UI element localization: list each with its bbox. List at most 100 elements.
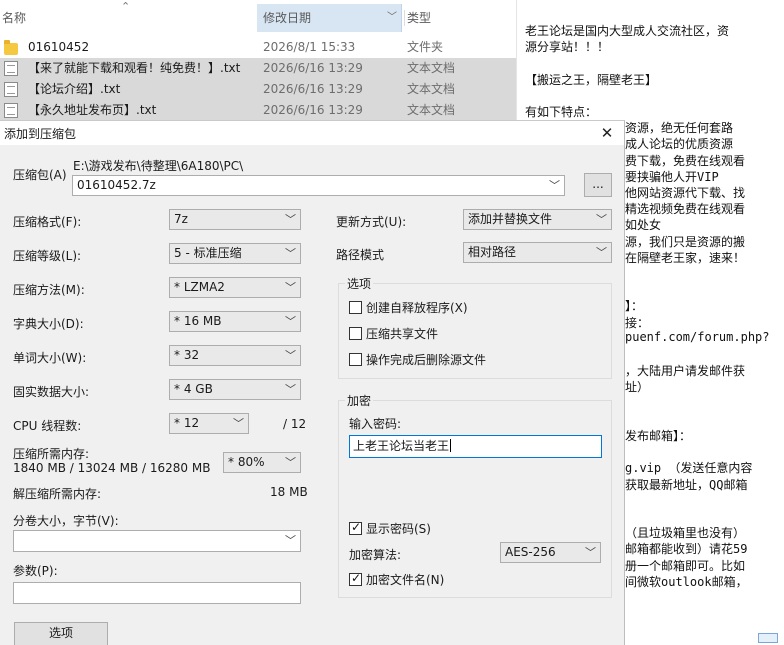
format-label: 压缩格式(F): [13,215,82,229]
file-type: 文本文档 [407,82,456,96]
options-button[interactable]: 选项 [14,622,108,645]
sfx-checkbox[interactable] [349,301,362,314]
delete-after-checkbox[interactable] [349,353,362,366]
chevron-down-icon: ﹀ [285,383,296,396]
file-date: 2026/6/16 13:29 [263,61,363,75]
text-line: 如处女 [625,218,662,233]
show-password-checkbox[interactable] [349,520,362,535]
show-password-label[interactable]: 显示密码(S) [366,520,431,537]
file-row[interactable]: 【论坛介绍】.txt 2026/6/16 13:29 文本文档 [0,79,516,100]
folder-icon [4,40,18,55]
word-label: 单词大小(W): [13,351,87,365]
close-button[interactable]: ✕ [594,122,620,144]
encrypt-names-label[interactable]: 加密文件名(N) [366,571,444,588]
browse-button[interactable]: ... [584,173,612,197]
text-line: 有如下特点： [525,105,598,119]
update-mode-label: 更新方式(U): [336,215,407,229]
format-select[interactable]: 7z ﹀ [169,209,301,230]
file-name: 【来了就能下载和观看！纯免费！】.txt [28,61,241,75]
file-row[interactable]: 01610452 2026/8/1 15:33 文件夹 [0,37,516,58]
mem-decompress-label: 解压缩所需内存: [13,487,102,501]
encryption-group: 加密 输入密码: 上老王论坛当老王 显示密码(S) 加密算法: AES-256 ﹀… [338,392,612,598]
threads-select[interactable]: * 12 ﹀ [169,413,249,434]
archive-name-combo[interactable]: 01610452.7z ﹀ [72,175,565,196]
text-line: 发布邮箱】： [625,429,692,443]
delete-after-label[interactable]: 操作完成后删除源文件 [366,351,486,368]
text-line: 【搬运之王，隔壁老王】 [525,72,658,87]
file-explorer: ⌃ 名称 修改日期 ﹀ 类型 01610452 2026/8/1 15:33 文件夹… [0,0,516,122]
split-label: 分卷大小，字节(V): [13,514,119,528]
update-mode-value: 添加并替换文件 [468,212,553,226]
column-header-name[interactable]: 名称 [2,4,252,32]
sfx-label[interactable]: 创建自释放程序(X) [366,299,468,316]
chevron-down-icon: ﹀ [285,213,296,226]
update-mode-select[interactable]: 添加并替换文件 ﹀ [463,209,612,230]
file-row[interactable]: 【永久地址发布页】.txt 2026/6/16 13:29 文本文档 [0,100,516,121]
encrypt-names-checkbox[interactable] [349,571,362,586]
method-value: * LZMA2 [174,280,225,294]
file-row[interactable]: 【来了就能下载和观看！纯免费！】.txt 2026/6/16 13:29 文本文档 [0,58,516,79]
text-file-icon [4,61,18,76]
text-line: 成人论坛的优质资源 [625,137,734,152]
path-mode-label: 路径模式 [336,248,385,262]
chevron-down-icon: ﹀ [233,417,244,430]
word-select[interactable]: * 32 ﹀ [169,345,301,366]
text-line: 间微软outlook邮箱， [625,574,748,589]
mem-usage-value: * 80% [228,455,265,469]
params-input[interactable] [13,582,301,604]
dict-label: 字典大小(D): [13,317,84,331]
text-line: 老王论坛是国内大型成人交流社区，资 [525,24,730,38]
path-mode-select[interactable]: 相对路径 ﹀ [463,242,612,263]
file-name: 【论坛介绍】.txt [28,82,121,96]
solid-select[interactable]: * 4 GB ﹀ [169,379,301,400]
text-line: 资源，绝无任何套路 [625,121,734,136]
solid-label: 固实数据大小: [13,385,90,399]
text-line: 源分享站！！！ [525,40,610,55]
view-toggle-icon[interactable] [758,633,778,643]
word-value: * 32 [174,348,200,362]
chevron-down-icon[interactable]: ﹀ [285,531,296,550]
text-line: 址） [625,380,650,395]
threads-value: * 12 [174,416,200,430]
title-bar[interactable]: 添加到压缩包 ✕ [0,121,624,145]
chevron-down-icon[interactable]: ﹀ [387,4,397,32]
file-type: 文件夹 [407,40,444,54]
text-line: 接： [625,315,650,330]
file-type: 文本文档 [407,61,456,75]
text-line: 在隔壁老王家，速来！ [625,250,746,265]
split-size-combo[interactable]: ﹀ [13,530,301,552]
mem-usage-select[interactable]: * 80% ﹀ [223,452,301,473]
password-label: 输入密码: [349,417,402,431]
file-type: 文本文档 [407,103,456,117]
column-header-date[interactable]: 修改日期 ﹀ [257,4,402,32]
level-select[interactable]: 5 - 标准压缩 ﹀ [169,243,301,264]
text-caret [450,439,452,452]
path-mode-value: 相对路径 [468,245,517,259]
mem-compress-detail: 1840 MB / 13024 MB / 16280 MB [13,461,211,475]
options-group-title: 选项 [345,275,374,292]
format-value: 7z [174,212,188,226]
chevron-down-icon: ﹀ [285,349,296,362]
text-line: 精选视频免费在线观看 [625,202,746,217]
shared-files-label[interactable]: 压缩共享文件 [366,325,438,342]
file-date: 2026/6/16 13:29 [263,82,363,96]
password-value: 上老王论坛当老王 [353,439,450,453]
encryption-method-value: AES-256 [505,545,556,559]
text-file-icon [4,103,18,118]
level-value: 5 - 标准压缩 [174,246,242,260]
text-line: puenf.com/forum.php? [625,329,770,344]
shared-files-checkbox[interactable] [349,327,362,340]
file-date: 2026/6/16 13:29 [263,103,363,117]
file-name: 01610452 [28,40,90,54]
chevron-down-icon: ﹀ [585,546,596,559]
file-date: 2026/8/1 15:33 [263,40,356,54]
password-input[interactable]: 上老王论坛当老王 [349,435,602,458]
column-header-type[interactable]: 类型 [404,4,514,32]
level-label: 压缩等级(L): [13,249,82,263]
encryption-method-select[interactable]: AES-256 ﹀ [500,542,601,563]
dict-select[interactable]: * 16 MB ﹀ [169,311,301,332]
chevron-down-icon[interactable]: ﹀ [549,176,560,195]
mem-decompress-value: 18 MB [270,485,308,499]
method-select[interactable]: * LZMA2 ﹀ [169,277,301,298]
archive-path: E:\游戏发布\待整理\6A180\PC\ [73,159,244,173]
